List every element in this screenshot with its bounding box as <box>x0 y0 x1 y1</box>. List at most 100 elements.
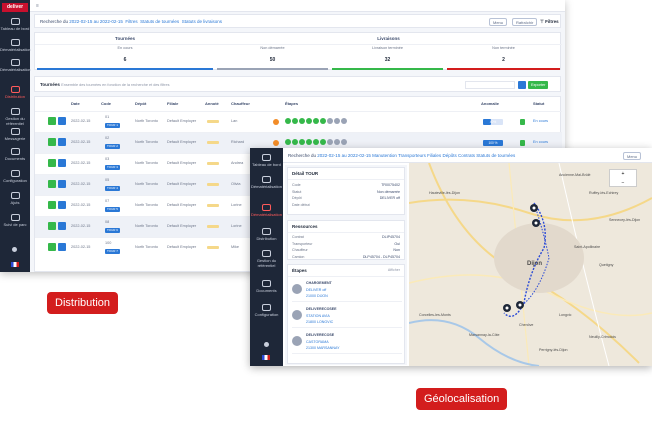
filter-depots[interactable]: Dépôts <box>442 153 456 158</box>
filter-filiales[interactable]: Filiales <box>427 153 441 158</box>
filters-link[interactable]: Filtres <box>124 19 137 24</box>
step-item[interactable]: DELIVERECOSEE STATION AVIA 21800 LONGVIC <box>292 305 402 328</box>
col-date[interactable]: Date <box>71 101 80 106</box>
city-label: Hauteville-lès-Dijon <box>429 191 460 195</box>
menu-toggle[interactable]: ≡ <box>36 3 39 9</box>
step-item[interactable]: DELIVERECOSE CASTORAMA 21300 MARSANNAY <box>292 331 402 354</box>
date-range-link[interactable]: 2022-02-15 au 2022-02-15 <box>69 19 123 24</box>
step-item[interactable]: CHARGEMENT DELIVER off 21000 DIJON <box>292 279 402 302</box>
nav-item-dematerialisation-active[interactable]: Dématérialisation <box>250 204 283 217</box>
filter-transporteurs[interactable]: Transporteurs <box>398 153 426 158</box>
nav-item-messagerie[interactable]: Messagerie <box>0 128 30 141</box>
map-view[interactable]: + − Ancienne-Mai-Brûlé Ruffey-lès-Echirey… <box>409 163 652 366</box>
nav-item-referentiel[interactable]: Gestion du référentiel <box>0 108 30 126</box>
flag-fr-icon[interactable] <box>11 262 19 267</box>
lock-icon <box>520 119 525 125</box>
field-value: Non <box>393 248 400 252</box>
view-icon[interactable] <box>58 180 66 188</box>
warning-icon <box>273 119 279 125</box>
edit-icon[interactable] <box>48 180 56 188</box>
cell-date: 2022-02-15 <box>71 245 91 249</box>
resources-title: Ressources <box>288 221 404 233</box>
nav-item-dematerialisation[interactable]: Dématérialisation <box>250 176 283 189</box>
nav-item-configuration[interactable]: Configuration <box>0 170 30 183</box>
nav-item-referentiel[interactable]: Gestion du référentiel <box>250 250 283 268</box>
edit-icon[interactable] <box>48 159 56 167</box>
view-icon[interactable] <box>58 138 66 146</box>
nav-item-map[interactable]: Dématérialisation <box>0 59 31 72</box>
view-icon[interactable] <box>58 201 66 209</box>
edit-icon[interactable] <box>48 138 56 146</box>
edit-icon[interactable] <box>48 222 56 230</box>
edit-icon[interactable] <box>48 243 56 251</box>
nav-item-dashboard[interactable]: Tableau de bord <box>0 18 30 31</box>
filter-manutention[interactable]: Manutention <box>372 153 397 158</box>
progress-label: 100 % <box>488 141 498 145</box>
nav-item-dashboard[interactable]: Tableau de bord <box>250 154 283 167</box>
edit-icon[interactable] <box>48 117 56 125</box>
user-avatar-icon[interactable] <box>264 342 269 347</box>
field-value: Oui <box>394 241 400 246</box>
cell-chauffeur: Lorine <box>231 203 242 207</box>
col-chauffeur[interactable]: Chauffeur <box>231 101 250 106</box>
zoom-out-button[interactable]: − <box>610 179 636 188</box>
tour-badge[interactable]: TOUR 6 <box>105 228 120 233</box>
user-avatar-icon[interactable] <box>12 247 17 252</box>
zoom-in-button[interactable]: + <box>610 170 636 179</box>
table-search-input[interactable] <box>465 81 515 89</box>
table-row[interactable]: 2022-02-15 01 TOUR 1 North Toronto Default E… <box>35 111 562 132</box>
nav-item-distribution[interactable]: Distribution <box>250 228 283 241</box>
tour-badge[interactable]: TOUR 5 <box>105 207 120 212</box>
nav-item-parc[interactable]: Suivi de parc <box>0 214 30 227</box>
view-icon[interactable] <box>58 117 66 125</box>
search-prefix: Recherche du <box>40 19 69 24</box>
annote-badge <box>207 225 219 228</box>
nav-item-ajuts[interactable]: Ajuts <box>0 192 30 205</box>
filter-button[interactable]: ⊤ Filtres <box>540 15 559 29</box>
nav-item-dematerialisation[interactable]: Dématérialisation <box>0 39 31 52</box>
map-marker[interactable] <box>503 304 511 312</box>
nav-item-documents[interactable]: Documents <box>0 148 30 161</box>
flag-fr-icon[interactable] <box>262 355 270 360</box>
date-range-link[interactable]: 2022-02-15 au 2022-02-15 <box>317 153 371 158</box>
map-marker[interactable] <box>530 204 538 212</box>
detail-title: Détail TOUR <box>288 168 404 180</box>
col-anomalie[interactable]: Anomalie <box>481 101 499 106</box>
col-depot[interactable]: Dépôt <box>135 101 146 106</box>
filter-statuts[interactable]: Statuts de tournées <box>476 153 515 158</box>
menu-button[interactable]: Menu <box>489 18 508 26</box>
menu-button[interactable]: Menu <box>623 152 642 160</box>
map-marker[interactable] <box>532 219 540 227</box>
view-icon[interactable] <box>58 222 66 230</box>
tour-badge[interactable]: TOUR 1 <box>105 123 120 128</box>
gear-icon <box>10 170 20 177</box>
field-value: Non démarrée <box>377 189 400 194</box>
col-code[interactable]: Code <box>101 101 111 106</box>
tour-badge[interactable]: TOUR 3 <box>105 165 120 170</box>
nav-item-configuration[interactable]: Configuration <box>250 304 283 317</box>
delivery-status-link[interactable]: Statuts de livraisons <box>180 19 222 24</box>
view-icon[interactable] <box>58 243 66 251</box>
view-icon[interactable] <box>58 159 66 167</box>
steps-filter[interactable]: Afficher <box>388 268 400 272</box>
refresh-button[interactable]: Rafraîchir <box>512 18 538 26</box>
tour-badge[interactable]: TOUR 4 <box>105 186 120 191</box>
stat-label: Non terminée <box>492 46 515 50</box>
step-dot <box>299 139 305 145</box>
col-etapes[interactable]: Étapes <box>285 101 298 106</box>
col-filiale[interactable]: Filiale <box>167 101 178 106</box>
cell-filiale: Default Employer <box>167 203 197 207</box>
nav-item-documents[interactable]: Documents <box>250 280 283 293</box>
tour-badge[interactable]: TOUR 7 <box>105 249 120 254</box>
search-prefix: Recherche du <box>288 153 317 158</box>
tour-badge[interactable]: TOUR 2 <box>105 144 120 149</box>
col-statut[interactable]: Statut <box>533 101 544 106</box>
edit-icon[interactable] <box>48 201 56 209</box>
nav-item-distribution[interactable]: Distribution <box>0 86 30 99</box>
tour-status-link[interactable]: Statuts de tournées <box>139 19 179 24</box>
search-button[interactable] <box>518 81 526 89</box>
map-marker[interactable] <box>516 301 524 309</box>
col-annote[interactable]: Annoté <box>205 101 219 106</box>
filter-contrats[interactable]: Contrats <box>458 153 475 158</box>
export-button[interactable]: Exporter <box>528 81 549 89</box>
